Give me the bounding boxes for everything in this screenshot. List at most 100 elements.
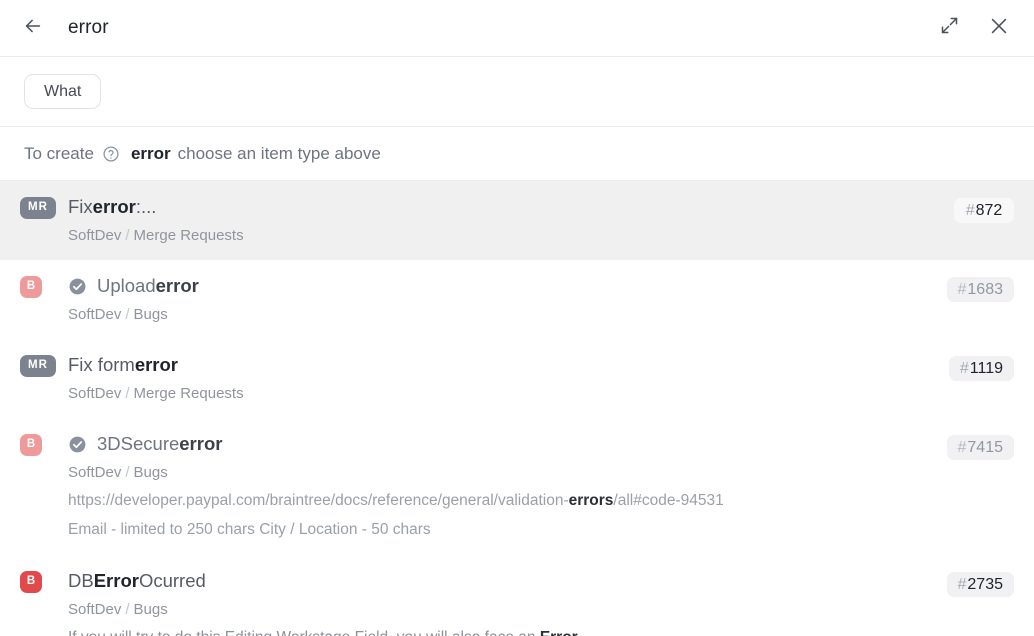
- result-type-badge-wrap: B: [20, 274, 68, 298]
- breadcrumb-separator: /: [125, 464, 129, 481]
- result-breadcrumb: SoftDev/ Merge Requests: [68, 226, 940, 246]
- type-badge-bug: B: [20, 276, 42, 298]
- result-title-before: 3DSecure: [97, 432, 179, 456]
- result-title-match: error: [179, 432, 222, 456]
- type-badge-merge-request: MR: [20, 355, 56, 377]
- check-circle-icon: [68, 435, 87, 454]
- result-description-match: Error: [540, 629, 578, 636]
- result-project: SoftDev: [68, 464, 121, 481]
- result-id-number: 2735: [967, 576, 1003, 594]
- result-row[interactable]: B Upload error SoftDev/Bugs: [0, 260, 1034, 339]
- result-description-before: If you will try to do this Editing Works…: [68, 629, 540, 636]
- result-title-before: Fix form: [68, 353, 135, 377]
- result-category: Bugs: [134, 306, 168, 323]
- search-overlay: error What: [0, 0, 1034, 636]
- search-header: error: [0, 0, 1034, 57]
- result-project: SoftDev: [68, 385, 121, 402]
- result-title-after: Ocurred: [139, 569, 206, 593]
- result-id-wrap: #1683: [947, 274, 1015, 302]
- back-button[interactable]: [18, 13, 48, 43]
- result-id-badge: #1683: [947, 277, 1015, 302]
- result-description-after: /all#code-94531: [613, 492, 723, 509]
- result-row[interactable]: MR Fix form error SoftDev/Merge Requests…: [0, 339, 1034, 418]
- result-id-hash: #: [960, 360, 969, 378]
- breadcrumb-separator: /: [125, 385, 129, 402]
- result-id-wrap: #2735: [947, 569, 1015, 597]
- result-title-match: error: [156, 274, 199, 298]
- result-main: Upload error SoftDev/Bugs: [68, 274, 947, 325]
- expand-diagonal-icon: [939, 15, 960, 41]
- result-id-wrap: #1119: [949, 353, 1014, 381]
- type-badge-bug: B: [20, 571, 42, 593]
- create-hint-suffix: choose an item type above: [178, 144, 381, 164]
- create-hint-term: error: [131, 144, 171, 164]
- result-id-number: 1683: [967, 281, 1003, 299]
- check-circle-icon: [68, 277, 87, 296]
- result-description-after: .: [578, 629, 582, 636]
- result-category: Bugs: [134, 601, 168, 618]
- result-id-number: 872: [976, 202, 1003, 220]
- breadcrumb-separator: /: [125, 601, 129, 618]
- result-row[interactable]: MR Fix error :... SoftDev/ Merge Requests…: [0, 181, 1034, 260]
- result-description-match: errors: [569, 492, 614, 509]
- result-breadcrumb: SoftDev/Bugs: [68, 305, 933, 325]
- result-id-badge: #872: [954, 198, 1014, 223]
- filter-chip-bar: What: [0, 57, 1034, 127]
- result-description-line: Email - limited to 250 chars City / Loca…: [68, 519, 933, 541]
- result-breadcrumb: SoftDev/ Bugs: [68, 600, 933, 620]
- result-type-badge-wrap: MR: [20, 195, 68, 219]
- result-title-before: Upload: [97, 274, 156, 298]
- type-badge-bug: B: [20, 434, 42, 456]
- result-category: Merge Requests: [134, 227, 244, 244]
- search-results-list: MR Fix error :... SoftDev/Merge Requests…: [0, 181, 1034, 636]
- result-title: Fix error :...: [68, 195, 940, 219]
- filter-chip-what[interactable]: What: [24, 74, 101, 109]
- result-title-before: Fix: [68, 195, 93, 219]
- result-title-after: :...: [136, 195, 157, 219]
- result-title: DB Error Ocurred: [68, 569, 933, 593]
- close-button[interactable]: [984, 13, 1014, 43]
- result-id-hash: #: [958, 439, 967, 457]
- result-breadcrumb: SoftDev/Merge Requests: [68, 384, 935, 404]
- create-hint-prefix: To create: [24, 144, 94, 164]
- result-project: SoftDev: [68, 227, 121, 244]
- result-id-number: 1119: [970, 360, 1003, 378]
- result-main: 3DSecure error SoftDev/ Bugs https://deve…: [68, 432, 947, 541]
- result-description-line: If you will try to do this Editing Works…: [68, 627, 933, 636]
- result-id-wrap: #872: [954, 195, 1014, 223]
- breadcrumb-separator: /: [125, 227, 129, 244]
- breadcrumb-separator: /: [125, 306, 129, 323]
- type-badge-merge-request: MR: [20, 197, 56, 219]
- result-description-before: https://developer.paypal.com/braintree/d…: [68, 492, 569, 509]
- result-title: Upload error: [68, 274, 933, 298]
- expand-button[interactable]: [934, 13, 964, 43]
- result-description-line: https://developer.paypal.com/braintree/d…: [68, 490, 933, 512]
- result-row[interactable]: B DB Error Ocurred SoftDev/ Bugs If you w…: [0, 555, 1034, 636]
- result-id-badge: #7415: [947, 435, 1015, 460]
- result-project: SoftDev: [68, 601, 121, 618]
- question-circle-icon[interactable]: [102, 145, 120, 163]
- result-type-badge-wrap: B: [20, 432, 68, 456]
- arrow-left-icon: [22, 15, 44, 42]
- result-category: Bugs: [134, 464, 168, 481]
- result-title-before: DB: [68, 569, 94, 593]
- result-id-badge: #2735: [947, 572, 1015, 597]
- result-main: Fix form error SoftDev/Merge Requests: [68, 353, 949, 404]
- result-main: Fix error :... SoftDev/ Merge Requests: [68, 195, 954, 246]
- filter-chip-label: What: [44, 83, 81, 101]
- result-title-match: error: [93, 195, 136, 219]
- result-title: Fix form error: [68, 353, 935, 377]
- result-id-badge: #1119: [949, 356, 1014, 381]
- result-breadcrumb: SoftDev/ Bugs: [68, 463, 933, 483]
- result-title: 3DSecure error: [68, 432, 933, 456]
- result-id-hash: #: [958, 576, 967, 594]
- result-type-badge-wrap: MR: [20, 353, 68, 377]
- result-id-wrap: #7415: [947, 432, 1015, 460]
- result-id-hash: #: [966, 202, 975, 220]
- result-id-number: 7415: [967, 439, 1003, 457]
- result-title-match: Error: [94, 569, 139, 593]
- result-id-hash: #: [958, 281, 967, 299]
- result-row[interactable]: B 3DSecure error SoftDev/ Bugs: [0, 418, 1034, 555]
- search-query-text[interactable]: error: [68, 17, 109, 39]
- result-type-badge-wrap: B: [20, 569, 68, 593]
